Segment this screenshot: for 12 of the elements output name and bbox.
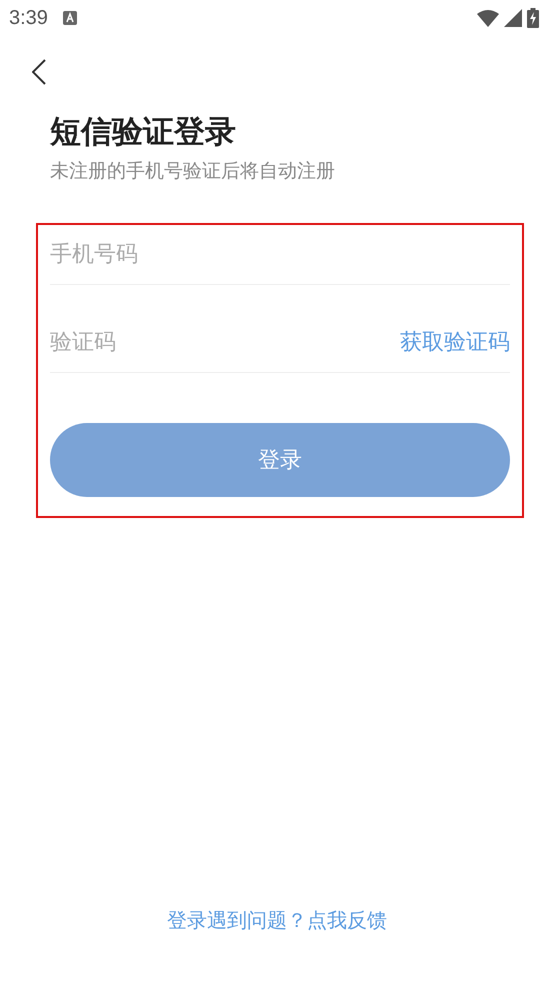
page-title: 短信验证登录 [50,113,237,151]
feedback-link[interactable]: 登录遇到问题？点我反馈 [167,906,387,936]
battery-icon [527,8,539,28]
status-time: 3:39 [9,6,48,31]
code-field[interactable]: 验证码 [50,324,400,358]
wifi-icon [477,9,499,27]
back-icon [32,59,46,85]
phone-field[interactable]: 手机号码 [50,236,510,270]
page-subtitle: 未注册的手机号验证后将自动注册 [50,160,336,184]
signal-icon [504,9,522,27]
keyboard-icon [62,11,77,25]
get-code-button[interactable]: 获取验证码 [400,324,510,358]
